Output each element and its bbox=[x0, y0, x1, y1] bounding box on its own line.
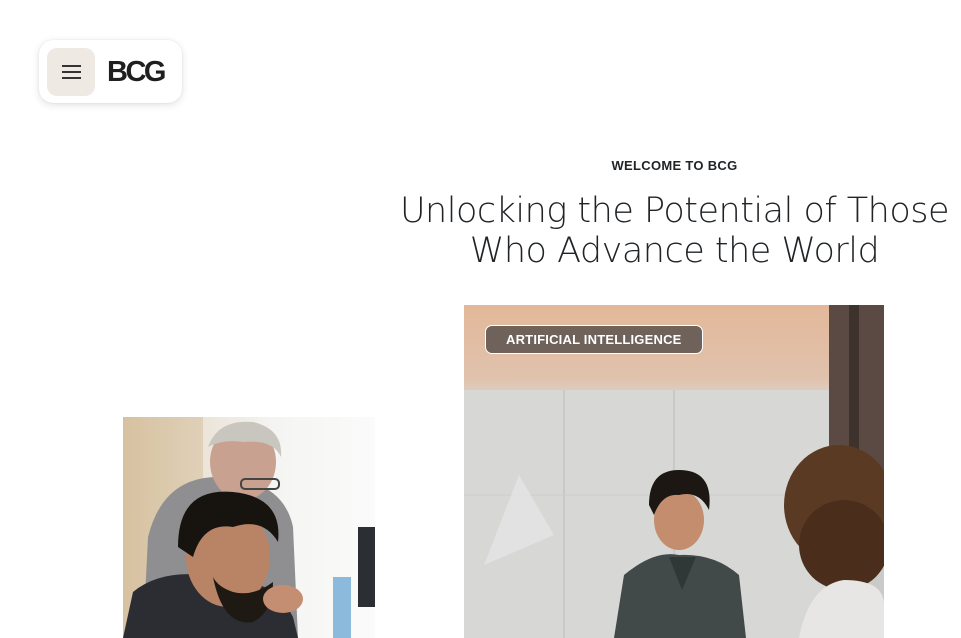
left-photo-illustration bbox=[123, 417, 375, 638]
hamburger-menu-icon-line bbox=[62, 71, 81, 73]
header-nav: BCG bbox=[39, 40, 182, 103]
headline-line-1: Unlocking the Potential of Those bbox=[399, 191, 950, 231]
bcg-logo[interactable]: BCG bbox=[107, 55, 166, 89]
category-tag[interactable]: ARTIFICIAL INTELLIGENCE bbox=[485, 325, 703, 354]
hero-headline: Unlocking the Potential of Those Who Adv… bbox=[376, 191, 961, 271]
headline-line-2: Who Advance the World bbox=[469, 231, 880, 271]
left-photo[interactable] bbox=[123, 417, 375, 638]
feature-card[interactable]: ARTIFICIAL INTELLIGENCE bbox=[464, 305, 884, 638]
menu-button[interactable] bbox=[47, 48, 95, 96]
hamburger-menu-icon-line bbox=[62, 77, 81, 79]
hero-eyebrow: WELCOME TO BCG bbox=[611, 158, 738, 173]
feature-photo-illustration bbox=[464, 305, 884, 638]
hamburger-menu-icon bbox=[62, 65, 81, 67]
